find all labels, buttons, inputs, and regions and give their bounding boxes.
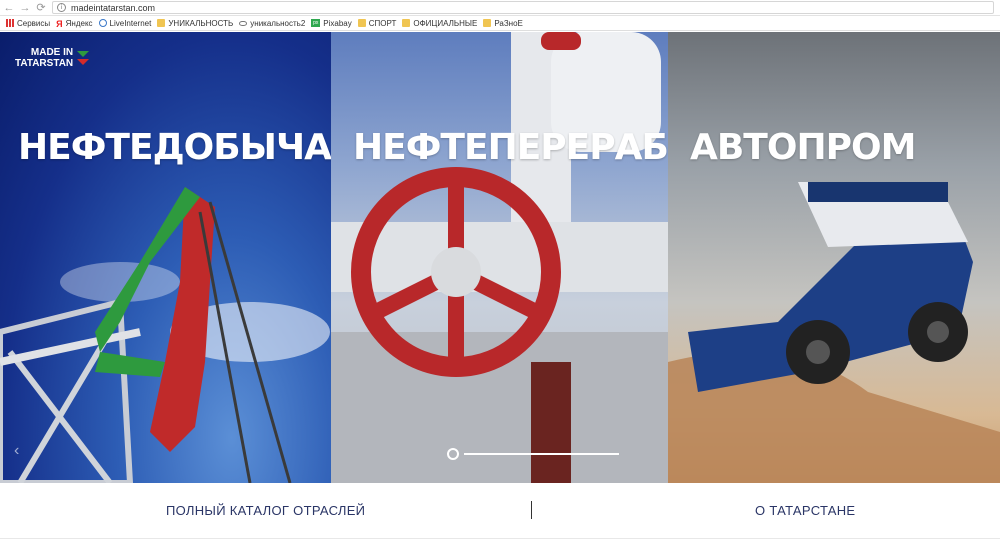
forward-arrow-icon[interactable]: → <box>18 1 32 15</box>
info-icon[interactable]: i <box>57 3 66 12</box>
bookmark-pixabay[interactable]: px Pixabay <box>311 18 352 28</box>
logo-line1: MADE IN <box>30 47 74 58</box>
slider-dot[interactable] <box>447 448 459 460</box>
back-arrow-icon[interactable]: ← <box>2 1 16 15</box>
folder-icon <box>157 19 166 27</box>
slider-prev-arrow[interactable]: ‹ <box>14 442 19 460</box>
bookmark-liveinternet[interactable]: LiveInternet <box>98 18 152 28</box>
about-tatarstan-link[interactable]: О ТАТАРСТАНЕ <box>755 503 855 518</box>
bookmark-label: Сервисы <box>17 18 51 28</box>
pixabay-icon: px <box>311 19 321 27</box>
slider-pager[interactable] <box>447 447 619 461</box>
slider-track[interactable] <box>464 453 619 455</box>
apps-icon <box>6 19 14 27</box>
folder-icon <box>357 19 366 27</box>
hero-slider: MADE IN TATARSTAN НЕФТЕДОБЫЧА ‹ НЕФТЕПЕР… <box>0 32 1000 483</box>
panel-title-oil-extraction: НЕФТЕДОБЫЧА <box>18 127 331 168</box>
bookmark-services[interactable]: Сервисы <box>6 19 50 28</box>
folder-icon <box>402 19 411 27</box>
bookmark-label: LiveInternet <box>109 18 152 28</box>
bookmark-label: ОФИЦИАЛЬНЫЕ <box>413 18 478 28</box>
truck-illustration <box>668 182 1000 483</box>
url-input[interactable]: i madeintatarstan.com <box>52 1 994 14</box>
bookmark-sport[interactable]: СПОРТ <box>357 18 397 28</box>
eye-icon <box>239 20 248 26</box>
pumpjack-illustration <box>0 187 330 483</box>
bookmark-label: СПОРТ <box>368 18 397 28</box>
bookmark-official[interactable]: ОФИЦИАЛЬНЫЕ <box>402 19 477 28</box>
bookmark-label: Яндекс <box>65 18 93 28</box>
panel-title-auto-industry: АВТОПРОМ <box>690 127 916 168</box>
bookmark-label: РаЗноЕ <box>494 18 523 28</box>
bookmark-label: Pixabay <box>323 18 352 28</box>
tatarstan-flag-icon <box>77 51 90 65</box>
panel-title-oil-refining: НЕФТЕПЕРЕРАБОТКА <box>353 127 668 168</box>
address-bar: ← → ⟳ i madeintatarstan.com <box>0 0 1000 16</box>
reload-icon[interactable]: ⟳ <box>34 1 48 15</box>
yandex-icon: Я <box>56 19 63 29</box>
site-logo[interactable]: MADE IN TATARSTAN <box>15 47 90 69</box>
bookmark-raznoe[interactable]: РаЗноЕ <box>483 19 523 28</box>
logo-line2: TATARSTAN <box>15 58 74 69</box>
bookmark-yandex[interactable]: Я Яндекс <box>56 18 93 30</box>
panel-oil-refining[interactable]: НЕФТЕПЕРЕРАБОТКА <box>331 32 668 483</box>
globe-icon <box>98 19 107 27</box>
bookmark-unikalnost[interactable]: УНИКАЛЬНОСТЬ <box>157 19 233 28</box>
url-text: madeintatarstan.com <box>71 2 156 13</box>
panel-oil-extraction[interactable]: MADE IN TATARSTAN НЕФТЕДОБЫЧА ‹ <box>0 32 331 483</box>
bookmark-unikalnost2[interactable]: уникальность2 <box>239 19 305 28</box>
bookmark-label: УНИКАЛЬНОСТЬ <box>168 18 234 28</box>
bookmarks-bar: Сервисы Я Яндекс LiveInternet УНИКАЛЬНОСТ… <box>0 16 1000 31</box>
bookmark-label: уникальность2 <box>250 18 306 28</box>
panel-auto-industry[interactable]: АВТОПРОМ <box>668 32 1000 483</box>
footer-divider <box>531 501 532 519</box>
folder-icon <box>483 19 492 27</box>
catalog-link[interactable]: ПОЛНЫЙ КАТАЛОГ ОТРАСЛЕЙ <box>166 503 365 518</box>
valve-illustration <box>331 32 668 483</box>
footer-nav: ПОЛНЫЙ КАТАЛОГ ОТРАСЛЕЙ О ТАТАРСТАНЕ <box>0 483 1000 539</box>
